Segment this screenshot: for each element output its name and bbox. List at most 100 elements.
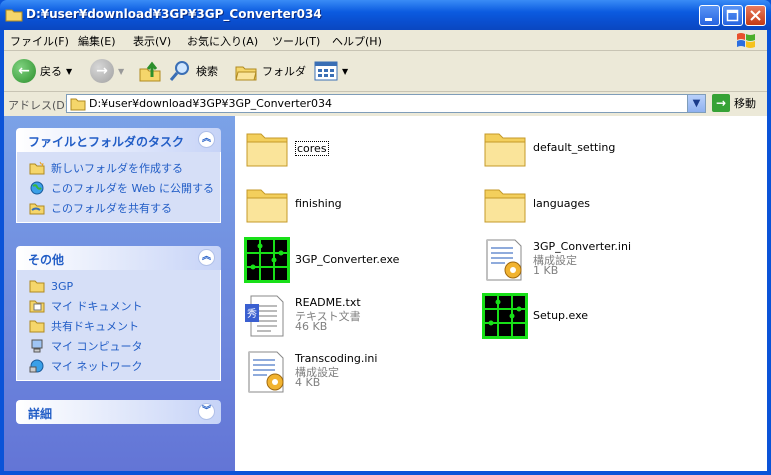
file-item[interactable]: 3GP_Converter.exe [243, 236, 443, 284]
task-label: 新しいフォルダを作成する [51, 162, 183, 175]
menu-view[interactable]: 表示(V) [133, 33, 171, 49]
menu-file[interactable]: ファイル(F) [10, 33, 69, 49]
panel-title: 詳細 [28, 407, 53, 421]
minimize-button[interactable] [699, 5, 720, 26]
panel-title: その他 [28, 253, 65, 267]
place-label: 共有ドキュメント [51, 320, 139, 333]
svg-text:秀: 秀 [247, 308, 257, 320]
exe-app-icon [482, 293, 528, 339]
file-name: cores [295, 141, 329, 156]
place-label: マイ ネットワーク [51, 360, 143, 373]
go-button[interactable]: → 移動 [712, 94, 756, 112]
up-folder-icon [139, 61, 161, 82]
minimize-icon [705, 18, 712, 21]
window-frame-bottom[interactable] [0, 471, 771, 475]
folder-icon [484, 189, 526, 223]
up-folder-button[interactable] [138, 58, 162, 84]
menu-edit[interactable]: 編集(E) [78, 33, 116, 49]
file-name: finishing [295, 197, 342, 210]
task-pane: ファイルとフォルダのタスク ︽ 新しいフォルダを作成する このフォルダを Web… [4, 116, 235, 471]
menu-help[interactable]: ヘルプ(H) [332, 33, 382, 49]
address-dropdown-button[interactable]: ▼ [687, 95, 705, 112]
file-item[interactable]: cores [243, 124, 443, 172]
file-name: Setup.exe [533, 309, 589, 322]
share-folder-icon [29, 203, 45, 215]
panel-header[interactable]: ファイルとフォルダのタスク ︽ [16, 128, 221, 152]
other-places-panel: その他 ︽ 3GP マイ ドキュメント 共有ドキュメント マイ コンピュータ マ… [16, 246, 221, 381]
collapse-icon[interactable]: ︽ [198, 249, 215, 266]
panel-body: 3GP マイ ドキュメント 共有ドキュメント マイ コンピュータ マイ ネットワ… [16, 270, 221, 381]
file-item[interactable]: Transcoding.ini 構成設定 4 KB [243, 348, 443, 396]
file-item[interactable]: finishing [243, 180, 443, 228]
folder-icon [484, 133, 526, 167]
collapse-icon[interactable]: ︽ [198, 131, 215, 148]
window-title: D:¥user¥download¥3GP¥3GP_Converter034 [26, 7, 322, 21]
file-item[interactable]: 秀 README.txt テキスト文書 46 KB [243, 292, 443, 340]
file-size: 1 KB [533, 264, 559, 277]
explorer-window: D:¥user¥download¥3GP¥3GP_Converter034 ファ… [0, 0, 771, 475]
file-size: 4 KB [295, 376, 321, 389]
file-item[interactable]: default_setting [481, 124, 711, 172]
window-frame-right[interactable] [767, 30, 771, 475]
task-new-folder[interactable]: 新しいフォルダを作成する [17, 158, 220, 178]
chevron-down-icon: ▼ [66, 66, 73, 76]
folders-label: フォルダ [262, 65, 306, 78]
place-label: 3GP [51, 279, 74, 293]
details-panel: 詳細 ︾ [16, 400, 221, 424]
views-button[interactable]: ▼ [314, 58, 348, 84]
file-name: 3GP_Converter.exe [295, 253, 400, 266]
task-web-publish[interactable]: このフォルダを Web に公開する [17, 178, 220, 198]
folder-icon [246, 189, 288, 223]
address-input[interactable]: D:¥user¥download¥3GP¥3GP_Converter034 ▼ [66, 94, 706, 113]
panel-body: 新しいフォルダを作成する このフォルダを Web に公開する このフォルダを共有… [16, 152, 221, 223]
back-label: 戻る [40, 65, 62, 78]
task-share-folder[interactable]: このフォルダを共有する [17, 198, 220, 218]
task-label: このフォルダを共有する [51, 202, 172, 215]
place-my-documents[interactable]: マイ ドキュメント [17, 296, 220, 316]
file-name: languages [533, 197, 590, 210]
go-arrow-icon: → [712, 94, 730, 112]
search-button[interactable]: 検索 [168, 58, 218, 84]
folder-icon [70, 98, 86, 111]
forward-button[interactable]: → ▼ [90, 58, 124, 84]
maximize-button[interactable] [722, 5, 743, 26]
exe-app-icon [244, 237, 290, 283]
file-item[interactable]: languages [481, 180, 711, 228]
place-shared-documents[interactable]: 共有ドキュメント [17, 316, 220, 336]
forward-arrow-icon: → [90, 59, 114, 83]
window-client: ファイル(F) 編集(E) 表示(V) お気に入り(A) ツール(T) ヘルプ(… [4, 30, 767, 471]
file-folder-tasks-panel: ファイルとフォルダのタスク ︽ 新しいフォルダを作成する このフォルダを Web… [16, 128, 221, 223]
menu-favorites[interactable]: お気に入り(A) [187, 33, 258, 49]
place-my-computer[interactable]: マイ コンピュータ [17, 336, 220, 356]
file-item[interactable]: Setup.exe [481, 292, 711, 340]
chevron-down-icon: ▼ [118, 66, 125, 76]
file-view: cores default_setting finishing language… [235, 116, 767, 471]
folder-icon [29, 280, 45, 293]
place-3gp[interactable]: 3GP [17, 276, 220, 296]
place-label: マイ コンピュータ [51, 340, 143, 353]
panel-header[interactable]: その他 ︽ [16, 246, 221, 270]
close-button[interactable] [745, 5, 766, 26]
ini-settings-icon [248, 351, 284, 393]
maximize-icon [726, 9, 739, 22]
folder-icon [246, 133, 288, 167]
expand-icon[interactable]: ︾ [198, 403, 215, 420]
toolbar: ← 戻る ▼ → ▼ 検索 フォルダ ▼ [4, 51, 767, 92]
folder-icon [29, 320, 45, 333]
ini-settings-icon [486, 239, 522, 281]
close-icon [750, 10, 761, 21]
window-frame-left[interactable] [0, 30, 4, 475]
search-icon [169, 61, 189, 81]
folders-button[interactable]: フォルダ [234, 58, 306, 84]
back-button[interactable]: ← 戻る ▼ [12, 58, 72, 84]
title-bar[interactable]: D:¥user¥download¥3GP¥3GP_Converter034 [0, 0, 771, 30]
file-item[interactable]: 3GP_Converter.ini 構成設定 1 KB [481, 236, 711, 284]
windows-logo-icon [737, 33, 755, 48]
menu-bar: ファイル(F) 編集(E) 表示(V) お気に入り(A) ツール(T) ヘルプ(… [4, 30, 767, 51]
panel-header[interactable]: 詳細 ︾ [16, 400, 221, 424]
address-bar: アドレス(D) D:¥user¥download¥3GP¥3GP_Convert… [4, 92, 767, 117]
panel-title: ファイルとフォルダのタスク [28, 135, 185, 149]
place-my-network[interactable]: マイ ネットワーク [17, 356, 220, 376]
menu-tools[interactable]: ツール(T) [272, 33, 320, 49]
my-computer-icon [31, 339, 43, 353]
